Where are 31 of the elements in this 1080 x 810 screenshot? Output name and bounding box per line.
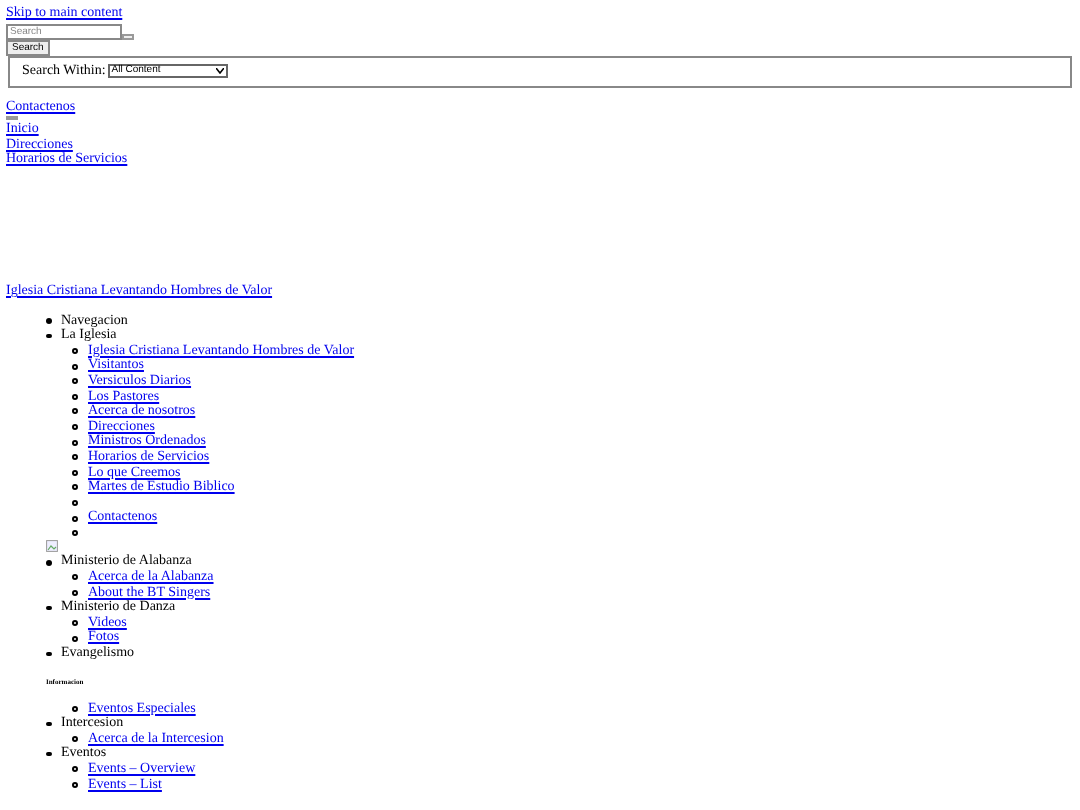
circle-bullet-icon	[72, 574, 78, 581]
disc-bullet-icon	[46, 333, 51, 339]
circle-bullet-icon	[72, 620, 78, 627]
circle-bullet-icon	[72, 469, 78, 476]
disc-bullet-icon	[46, 721, 51, 727]
disc-bullet-icon	[46, 605, 51, 611]
circle-bullet-icon	[72, 589, 78, 596]
circle-bullet-icon	[72, 766, 78, 773]
circle-bullet-icon	[72, 378, 78, 385]
circle-bullet-icon	[72, 484, 78, 491]
circle-bullet-icon	[72, 705, 78, 712]
disc-bullet-icon	[46, 318, 51, 324]
search-icon-button[interactable]	[122, 33, 134, 40]
circle-bullet-icon	[72, 363, 78, 370]
circle-bullet-icon	[72, 454, 78, 461]
disc-bullet-icon	[46, 651, 51, 657]
circle-bullet-icon	[72, 439, 78, 446]
chevron-down-icon	[215, 68, 224, 75]
circle-bullet-icon	[72, 499, 78, 506]
circle-bullet-icon	[72, 530, 78, 537]
disc-bullet-icon	[46, 560, 51, 566]
circle-bullet-icon	[72, 635, 78, 642]
circle-bullet-icon	[72, 781, 78, 788]
circle-bullet-icon	[72, 515, 78, 522]
circle-bullet-icon	[72, 424, 78, 431]
menu-toggle-button[interactable]	[6, 116, 18, 121]
circle-bullet-icon	[72, 393, 78, 400]
circle-bullet-icon	[72, 736, 78, 743]
disc-bullet-icon	[46, 751, 51, 757]
circle-bullet-icon	[72, 348, 78, 355]
circle-bullet-icon	[72, 408, 78, 415]
